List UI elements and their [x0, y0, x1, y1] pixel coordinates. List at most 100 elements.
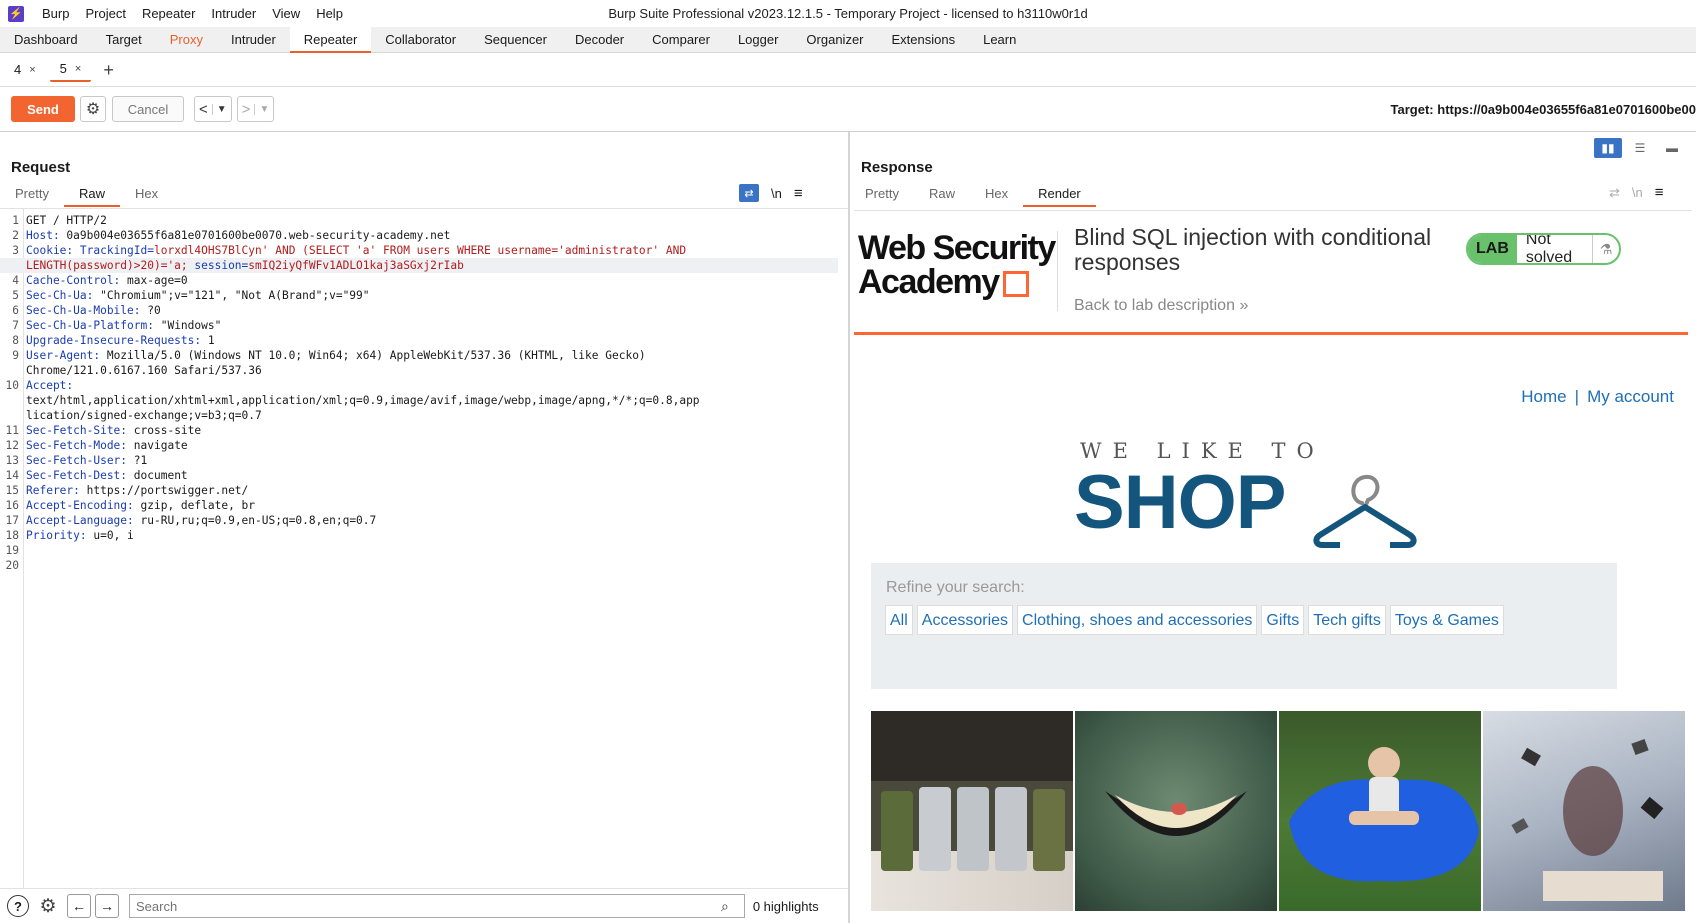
tool-tab-decoder[interactable]: Decoder [561, 27, 638, 52]
request-line[interactable]: text/html,application/xhtml+xml,applicat… [0, 393, 838, 408]
header-value: Mozilla/5.0 (Windows NT 10.0; Win64; x64… [100, 349, 646, 362]
split-horizontal-icon[interactable]: ▮▮ [1594, 138, 1622, 158]
filter-tech-gifts[interactable]: Tech gifts [1308, 605, 1386, 635]
help-icon[interactable]: ? [7, 895, 29, 917]
menu-item-help[interactable]: Help [308, 0, 351, 27]
response-tab-hex[interactable]: Hex [970, 182, 1023, 206]
my-account-link[interactable]: My account [1587, 387, 1674, 406]
newline-toggle-icon[interactable]: \n [771, 186, 782, 201]
menu-item-project[interactable]: Project [77, 0, 133, 27]
request-line[interactable]: 7 Sec-Ch-Ua-Platform: "Windows" [0, 318, 838, 333]
word-wrap-icon[interactable]: ⇄ [739, 184, 759, 202]
product-image-grin[interactable] [1075, 711, 1277, 911]
settings-gear-icon[interactable]: ⚙ [80, 96, 106, 122]
close-tab-icon[interactable]: × [29, 64, 35, 76]
tool-tab-collaborator[interactable]: Collaborator [371, 27, 470, 52]
request-line[interactable]: Chrome/121.0.6167.160 Safari/537.36 [0, 363, 838, 378]
menu-icon[interactable]: ≡ [1655, 184, 1664, 201]
request-text[interactable]: 1 GET / HTTP/2 2 Host: 0a9b004e03655f6a81e0… [0, 213, 838, 573]
send-button[interactable]: Send [11, 96, 75, 122]
request-line[interactable]: 8 Upgrade-Insecure-Requests: 1 [0, 333, 838, 348]
search-input[interactable] [129, 894, 745, 918]
target-label[interactable]: Target: https://0a9b004e03655f6a81e07016… [1391, 87, 1696, 132]
tool-tab-extensions[interactable]: Extensions [878, 27, 970, 52]
request-line[interactable]: 12 Sec-Fetch-Mode: navigate [0, 438, 838, 453]
request-line[interactable]: lication/signed-exchange;v=b3;q=0.7 [0, 408, 838, 423]
request-line[interactable]: 9 User-Agent: Mozilla/5.0 (Windows NT 10.… [0, 348, 838, 363]
close-tab-icon[interactable]: × [75, 63, 81, 75]
request-line[interactable]: 19 [0, 543, 838, 558]
product-image-bean-bag[interactable] [1279, 711, 1481, 911]
home-link[interactable]: Home [1521, 387, 1566, 406]
request-line[interactable]: 3 Cookie: TrackingId=lorxdl4OHS7BlCyn' AN… [0, 243, 838, 258]
tool-tab-dashboard[interactable]: Dashboard [0, 27, 92, 52]
request-editor[interactable]: 1 GET / HTTP/2 2 Host: 0a9b004e03655f6a81e0… [0, 208, 848, 889]
add-tab-icon[interactable]: + [95, 58, 122, 82]
menu-item-burp[interactable]: Burp [34, 0, 77, 27]
filter-accessories[interactable]: Accessories [916, 605, 1014, 635]
tabs-layout-icon[interactable]: ▬ [1658, 138, 1686, 158]
request-line[interactable]: 17 Accept-Language: ru-RU,ru;q=0.9,en-US;… [0, 513, 838, 528]
line-text: Sec-Fetch-User: ?1 [22, 453, 147, 468]
back-arrow-icon[interactable]: < [195, 101, 212, 118]
split-vertical-icon[interactable]: ☰ [1626, 138, 1654, 158]
cancel-button[interactable]: Cancel [112, 96, 184, 122]
back-dropdown-icon[interactable]: ▼ [211, 103, 231, 115]
request-tab-raw[interactable]: Raw [63, 182, 120, 207]
request-line[interactable]: 15 Referer: https://portswigger.net/ [0, 483, 838, 498]
request-line[interactable]: 13 Sec-Fetch-User: ?1 [0, 453, 838, 468]
product-image-beer-belt[interactable] [871, 711, 1073, 911]
tool-tab-learn[interactable]: Learn [969, 27, 1030, 52]
response-tab-raw[interactable]: Raw [914, 182, 970, 206]
request-line[interactable]: 5 Sec-Ch-Ua: "Chromium";v="121", "Not A(B… [0, 288, 838, 303]
filter-clothing-shoes-and-accessories[interactable]: Clothing, shoes and accessories [1017, 605, 1258, 635]
tool-tab-logger[interactable]: Logger [724, 27, 792, 52]
request-line[interactable]: 1 GET / HTTP/2 [0, 213, 838, 228]
forward-dropdown-icon[interactable]: ▼ [254, 103, 273, 115]
menu-item-repeater[interactable]: Repeater [134, 0, 203, 27]
line-number: 4 [12, 274, 19, 287]
request-tab-pretty[interactable]: Pretty [0, 182, 64, 206]
response-tab-pretty[interactable]: Pretty [850, 182, 914, 206]
history-back-group[interactable]: < ▼ [194, 96, 232, 122]
request-line[interactable]: 6 Sec-Ch-Ua-Mobile: ?0 [0, 303, 838, 318]
burp-logo-icon: ⚡ [8, 5, 24, 22]
word-wrap-icon[interactable]: ⇄ [1609, 185, 1620, 201]
line-text: text/html,application/xhtml+xml,applicat… [22, 393, 700, 408]
request-line[interactable]: 14 Sec-Fetch-Dest: document [0, 468, 838, 483]
request-line[interactable]: 16 Accept-Encoding: gzip, deflate, br [0, 498, 838, 513]
search-prev-arrow-icon[interactable]: ← [67, 894, 91, 918]
tool-tab-target[interactable]: Target [92, 27, 156, 52]
history-forward-group[interactable]: > ▼ [236, 96, 275, 122]
menu-item-intruder[interactable]: Intruder [203, 0, 264, 27]
repeater-tab-5[interactable]: 5 × [49, 58, 92, 82]
request-line[interactable]: 11 Sec-Fetch-Site: cross-site [0, 423, 838, 438]
product-image-books[interactable] [1483, 711, 1685, 911]
request-line[interactable]: 4 Cache-Control: max-age=0 [0, 273, 838, 288]
newline-toggle-icon[interactable]: \n [1632, 185, 1643, 200]
request-line[interactable]: 18 Priority: u=0, i [0, 528, 838, 543]
search-settings-gear-icon[interactable]: ⚙ [35, 893, 61, 919]
tool-tab-intruder[interactable]: Intruder [217, 27, 290, 52]
filter-all[interactable]: All [885, 605, 913, 635]
request-tab-hex[interactable]: Hex [120, 182, 173, 206]
request-line[interactable]: 20 [0, 558, 838, 573]
tool-tab-repeater[interactable]: Repeater [289, 27, 372, 53]
tool-tab-sequencer[interactable]: Sequencer [470, 27, 561, 52]
menu-item-view[interactable]: View [264, 0, 308, 27]
filter-toys-games[interactable]: Toys & Games [1389, 605, 1504, 635]
tool-tab-organizer[interactable]: Organizer [792, 27, 877, 52]
forward-arrow-icon[interactable]: > [238, 101, 255, 118]
repeater-tab-4[interactable]: 4 × [4, 58, 46, 82]
academy-logo[interactable]: Web Security Academy [858, 231, 1056, 299]
request-line[interactable]: 2 Host: 0a9b004e03655f6a81e0701600be0070.… [0, 228, 838, 243]
search-next-arrow-icon[interactable]: → [95, 894, 119, 918]
back-to-lab-link[interactable]: Back to lab description » [1074, 297, 1248, 315]
menu-icon[interactable]: ≡ [794, 185, 803, 202]
tool-tab-proxy[interactable]: Proxy [156, 27, 217, 52]
filter-gifts[interactable]: Gifts [1261, 605, 1305, 635]
response-tab-render[interactable]: Render [1023, 182, 1096, 207]
request-line[interactable]: LENGTH(password)>20)='a; session=smIQ2iy… [0, 258, 838, 273]
tool-tab-comparer[interactable]: Comparer [638, 27, 724, 52]
request-line[interactable]: 10 Accept: [0, 378, 838, 393]
